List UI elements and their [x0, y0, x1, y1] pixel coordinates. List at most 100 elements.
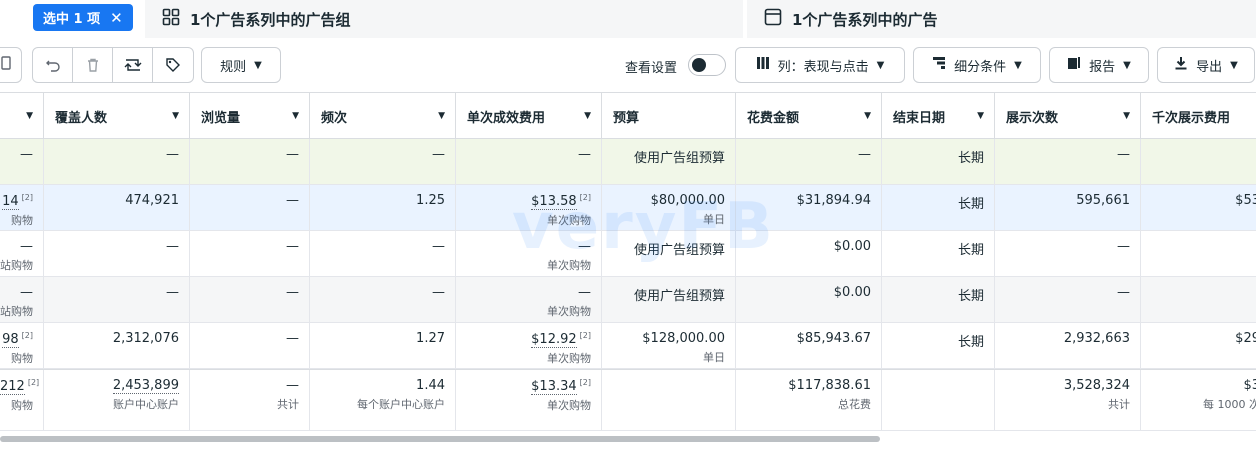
breakdown-button[interactable]: 细分条件 ▼ [913, 47, 1041, 83]
cell-cost-per-result: — 单次购物 [456, 277, 602, 322]
delete-button[interactable] [73, 48, 113, 82]
horizontal-scrollbar[interactable] [0, 436, 880, 442]
cell-end-date: 长期 [882, 185, 995, 230]
cell-amount-spent: $85,943.67 [736, 323, 882, 368]
ad-frame-icon [764, 8, 782, 30]
cell-views: — [190, 139, 310, 184]
cell-budget: $80,000.00 单日 [602, 185, 736, 230]
cell-cpm [1141, 277, 1256, 322]
reports-label: 报告 [1089, 59, 1116, 75]
cell-amount-spent: — [736, 139, 882, 184]
column-header-results[interactable]: ▼ [0, 93, 44, 139]
caret-down-icon: ▼ [292, 111, 299, 121]
undo-button[interactable] [33, 48, 73, 82]
cell-amount-spent: $0.00 [736, 277, 882, 322]
cell-cost-per-result: $12.92 [2] 单次购物 [456, 323, 602, 368]
cell-cpm: $29 [1141, 323, 1256, 368]
export-label: 导出 [1196, 59, 1223, 75]
column-header-label: 覆盖人数 [55, 110, 108, 126]
column-header-views[interactable]: 浏览量 ▼ [190, 93, 310, 139]
view-settings-toggle[interactable] [688, 54, 726, 76]
cell-cost-per-result: $13.34 [2] 单次购物 [456, 370, 602, 430]
cell-cpm [1141, 231, 1256, 276]
columns-button[interactable]: 列：表现与点击 ▼ [735, 47, 905, 83]
table-row[interactable]: — 站购物 — — — — 单次购物 使用广告组预算 $0.00 长期 — [0, 277, 1256, 323]
column-header-label: 结束日期 [893, 110, 946, 126]
cell-budget: 使用广告组预算 [602, 139, 736, 184]
ab-test-button[interactable] [113, 48, 153, 82]
tag-icon [166, 58, 180, 72]
caret-down-icon: ▼ [1123, 59, 1131, 71]
cell-amount-spent: $117,838.61 总花费 [736, 370, 882, 430]
selection-label: 选中 1 项 [43, 12, 101, 27]
caret-down-icon: ▼ [254, 59, 262, 71]
cell-reach: — [44, 231, 190, 276]
cell-views: — [190, 277, 310, 322]
cell-budget: 使用广告组预算 [602, 231, 736, 276]
cell-results: 212 [2] 购物 [0, 370, 44, 430]
column-header-cpm[interactable]: 千次展示费用 [1141, 93, 1256, 139]
toolbar: 规则 ▼ 查看设置 列：表现与点击 ▼ 细分条件 ▼ 报告 ▼ 导出 ▼ [0, 38, 1256, 92]
duplicate-button[interactable] [0, 47, 22, 83]
column-header-label: 单次成效费用 [467, 110, 546, 126]
cell-results: — [0, 139, 44, 184]
column-header-label: 展示次数 [1006, 110, 1059, 126]
column-header-frequency[interactable]: 频次 ▼ [310, 93, 456, 139]
duplicate-icon [0, 55, 12, 75]
cell-views: — [190, 185, 310, 230]
grid-icon [162, 8, 180, 30]
tab-ad-sets[interactable]: 1个广告系列中的广告组 [145, 0, 743, 38]
column-header-label: 预算 [613, 110, 640, 126]
cell-frequency: 1.25 [310, 185, 456, 230]
cell-budget: $128,000.00 单日 [602, 323, 736, 368]
tag-button[interactable] [153, 48, 193, 82]
column-header-amount-spent[interactable]: 花费金额 ▼ [736, 93, 882, 139]
cell-end-date: 长期 [882, 277, 995, 322]
cell-impressions: — [995, 139, 1141, 184]
cell-results: 98 [2] 购物 [0, 323, 44, 368]
cell-cost-per-result: $13.58 [2] 单次购物 [456, 185, 602, 230]
cell-results: 14 [2] 购物 [0, 185, 44, 230]
cell-impressions: — [995, 277, 1141, 322]
close-icon[interactable]: ✕ [110, 9, 123, 27]
columns-label: 列：表现与点击 [777, 59, 869, 75]
caret-down-icon: ▼ [438, 111, 445, 121]
cell-end-date: 长期 [882, 139, 995, 184]
cell-views: — [190, 231, 310, 276]
caret-down-icon: ▼ [26, 111, 33, 121]
caret-down-icon: ▼ [584, 111, 591, 121]
cell-end-date [882, 370, 995, 430]
column-header-cost-per-result[interactable]: 单次成效费用 ▼ [456, 93, 602, 139]
cell-budget [602, 370, 736, 430]
column-header-end-date[interactable]: 结束日期 ▼ [882, 93, 995, 139]
table-row[interactable]: 14 [2] 购物 474,921 — 1.25 $13.58 [2] 单次购物 $80… [0, 185, 1256, 231]
cell-frequency: — [310, 139, 456, 184]
cell-reach: — [44, 277, 190, 322]
caret-down-icon: ▼ [1014, 59, 1022, 71]
cell-impressions: 2,932,663 [995, 323, 1141, 368]
table-row[interactable]: 98 [2] 购物 2,312,076 — 1.27 $12.92 [2] 单次购物 $… [0, 323, 1256, 369]
tab-ads[interactable]: 1个广告系列中的广告 [747, 0, 1256, 38]
rules-button[interactable]: 规则 ▼ [201, 47, 281, 83]
tab-ad-sets-label: 1个广告系列中的广告组 [190, 10, 351, 29]
breakdown-icon [932, 56, 946, 74]
column-header-label: 频次 [321, 110, 348, 126]
cell-views: — [190, 323, 310, 368]
cell-end-date: 长期 [882, 231, 995, 276]
column-header-reach[interactable]: 覆盖人数 ▼ [44, 93, 190, 139]
cell-budget: 使用广告组预算 [602, 277, 736, 322]
column-header-impressions[interactable]: 展示次数 ▼ [995, 93, 1141, 139]
table-row[interactable]: — 站购物 — — — — 单次购物 使用广告组预算 $0.00 长期 — [0, 231, 1256, 277]
view-settings-label: 查看设置 [625, 61, 678, 76]
cell-impressions: 595,661 [995, 185, 1141, 230]
export-button[interactable]: 导出 ▼ [1157, 47, 1255, 83]
selection-pill[interactable]: 选中 1 项 ✕ [33, 4, 133, 31]
table-header: ▼ 覆盖人数 ▼ 浏览量 ▼ 频次 ▼ 单次成效费用 ▼ 预算 花费金额 ▼ 结束日期 ▼ … [0, 92, 1256, 139]
data-table: ▼ 覆盖人数 ▼ 浏览量 ▼ 频次 ▼ 单次成效费用 ▼ 预算 花费金额 ▼ 结束日期 ▼ … [0, 92, 1256, 438]
reports-button[interactable]: 报告 ▼ [1049, 47, 1149, 83]
cell-reach: 2,453,899 账户中心账户 [44, 370, 190, 430]
table-row[interactable]: — — — — — 使用广告组预算 — 长期 — [0, 139, 1256, 185]
trash-icon [87, 58, 98, 72]
cell-reach: 474,921 [44, 185, 190, 230]
column-header-budget[interactable]: 预算 [602, 93, 736, 139]
